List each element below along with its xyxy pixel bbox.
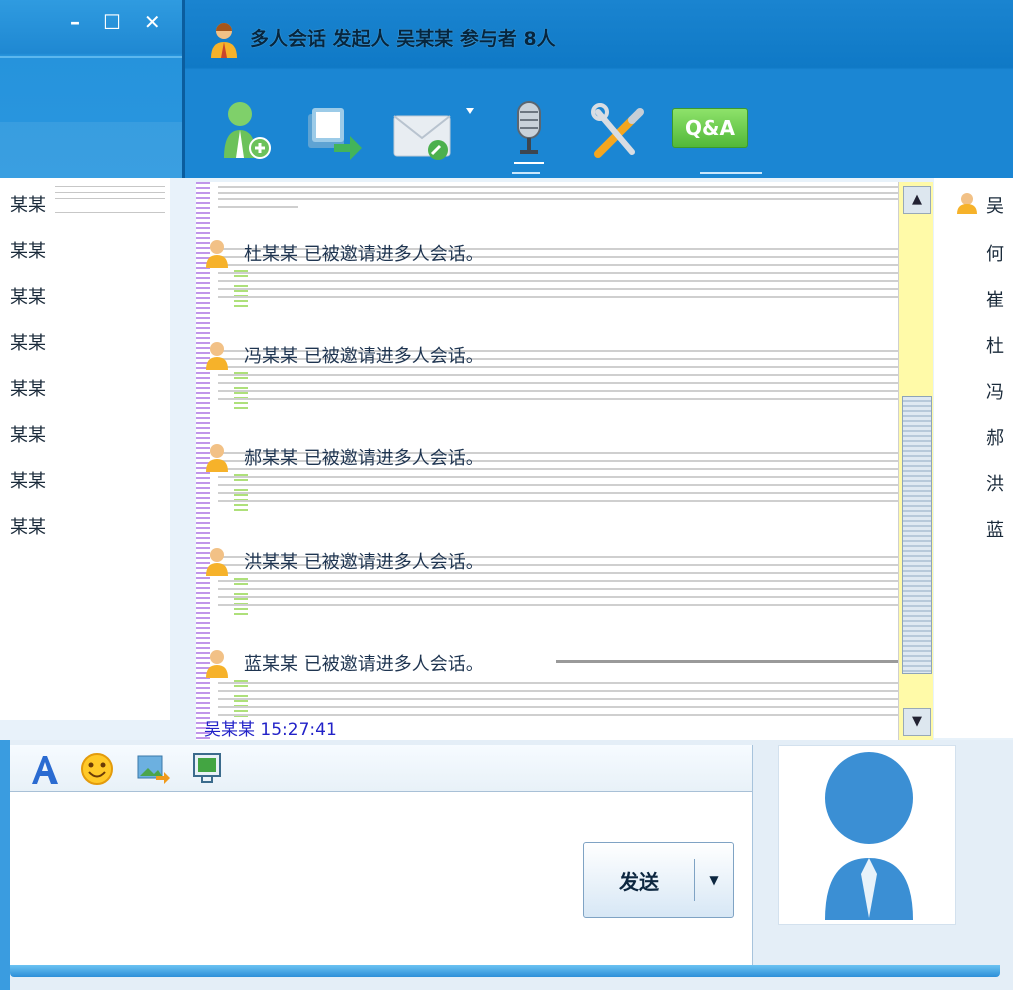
back-window-titlebar: – ☐ ✕	[0, 0, 182, 178]
emoji-icon[interactable]	[80, 752, 114, 786]
participant-item[interactable]: 杜	[986, 332, 1004, 358]
participant-item[interactable]: 吴	[986, 192, 1004, 218]
divider	[0, 56, 182, 58]
participant-item[interactable]: 冯	[986, 378, 1004, 404]
chat-message: 洪某某 已被邀请进多人会话。	[204, 546, 484, 576]
window-bottom-border	[10, 965, 1000, 977]
chat-message: 蓝某某 已被邀请进多人会话。	[204, 648, 484, 678]
avatar	[778, 745, 956, 925]
send-file-icon[interactable]	[304, 98, 364, 164]
message-text: 杜某某 已被邀请进多人会话。	[244, 244, 484, 265]
window-controls[interactable]: – ☐ ✕	[70, 10, 169, 34]
message-text: 洪某某 已被邀请进多人会话。	[244, 552, 484, 573]
list-item[interactable]: 某某	[10, 322, 160, 366]
font-icon[interactable]	[28, 752, 62, 786]
user-icon	[206, 240, 228, 268]
user-icon	[211, 23, 237, 58]
participant-item[interactable]: 蓝	[986, 516, 1004, 542]
qa-button[interactable]: Q&A	[672, 108, 748, 148]
message-timestamp: 吴某某 15:27:41	[204, 720, 337, 740]
qa-label: Q&A	[685, 116, 735, 140]
chat-history: 杜某某 已被邀请进多人会话。 冯某某 已被邀请进多人会话。 郝某某 已被邀请进多…	[196, 182, 898, 742]
message-icon[interactable]	[392, 98, 484, 164]
participant-item[interactable]: 何	[986, 240, 1004, 266]
list-item[interactable]: 某某	[10, 506, 160, 550]
toolbar-area	[0, 122, 182, 178]
microphone-icon[interactable]	[500, 98, 560, 164]
image-icon[interactable]	[136, 752, 170, 786]
scroll-thumb[interactable]	[902, 396, 932, 674]
chat-message: 杜某某 已被邀请进多人会话。	[204, 238, 484, 268]
participant-list: 吴 何 崔 杜 冯 郝 洪 蓝	[934, 178, 1013, 738]
qa-underline	[700, 172, 762, 174]
settings-icon[interactable]	[588, 98, 648, 164]
user-icon	[206, 650, 228, 678]
user-icon	[206, 444, 228, 472]
window-border	[0, 740, 10, 990]
send-button[interactable]: 发送 ▼	[583, 842, 734, 918]
add-participant-icon[interactable]	[220, 98, 280, 164]
message-text: 蓝某某 已被邀请进多人会话。	[244, 654, 484, 675]
mic-underline	[512, 172, 540, 174]
message-text: 郝某某 已被邀请进多人会话。	[244, 448, 484, 469]
send-label: 发送	[619, 869, 659, 894]
screenshot-icon[interactable]	[190, 752, 224, 786]
participant-item[interactable]: 洪	[986, 470, 1004, 496]
chat-message: 冯某某 已被邀请进多人会话。	[204, 340, 484, 370]
scroll-up-button[interactable]: ▲	[903, 186, 931, 214]
list-item[interactable]: 某某	[10, 368, 160, 412]
list-item[interactable]: 某某	[10, 414, 160, 458]
chat-message: 郝某某 已被邀请进多人会话。	[204, 442, 484, 472]
user-avatar-icon	[825, 752, 913, 920]
scroll-down-button[interactable]: ▼	[903, 708, 931, 736]
user-icon	[206, 342, 228, 370]
list-item[interactable]: 某某	[10, 460, 160, 504]
participant-item[interactable]: 崔	[986, 286, 1004, 312]
user-icon	[957, 193, 977, 214]
chevron-down-icon[interactable]: ▼	[695, 873, 733, 887]
window-border	[182, 0, 185, 178]
window-title: 多人会话 发起人 吴某某 参与者 8人	[250, 28, 556, 50]
list-item[interactable]: 某某	[10, 276, 160, 320]
user-icon	[206, 548, 228, 576]
list-item[interactable]: 某某	[10, 184, 160, 228]
message-text: 冯某某 已被邀请进多人会话。	[244, 346, 484, 367]
back-contact-list: 某某 某某 某某 某某 某某 某某 某某 某某	[0, 178, 170, 720]
list-item[interactable]: 某某	[10, 230, 160, 274]
format-toolbar	[10, 745, 752, 792]
chat-scrollbar[interactable]: ▲ ▼	[898, 182, 933, 742]
participant-item[interactable]: 郝	[986, 424, 1004, 450]
